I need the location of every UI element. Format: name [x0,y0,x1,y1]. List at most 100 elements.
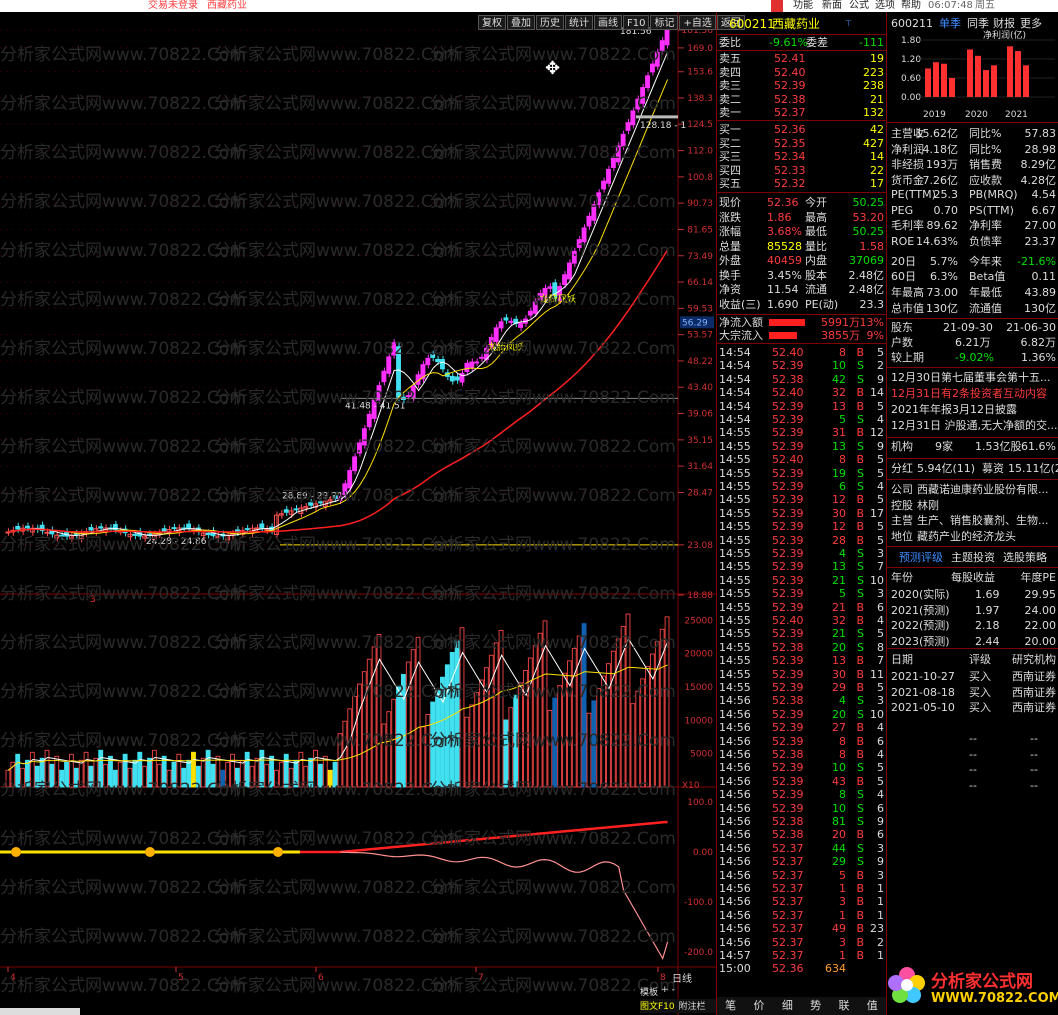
volume-bar [195,765,201,788]
volume-bar [444,664,450,788]
kline-chart-svg[interactable]: 181.56169.0153.6138.3124.5112.0100.890.7… [0,12,716,1015]
tick-row: 14:56 52.39 10 S 6 [719,801,884,815]
toolbar-overlay-button[interactable]: 叠加 [507,15,535,30]
candle-body [15,525,21,530]
candle-body [44,531,50,534]
candle-body [469,361,475,368]
candle-body [649,63,655,73]
zoom-out-button[interactable]: - [672,985,675,997]
candle-body [283,509,289,513]
period-label[interactable]: 日线 [672,970,716,985]
quote-stat-row: 收益(三) 1.690 PE(动) 23.3 [719,297,884,311]
fin-row: 年最高 73.00 年最低 43.89 [891,286,1056,299]
volume-bar [249,765,255,788]
volume-bar [147,757,152,788]
volume-bar [518,682,524,788]
empty-rating-row: -- -- [969,763,1038,776]
volume-bar [523,669,528,788]
brand-logo: 分析家公式网 WWW.70822.COM [887,957,1058,1015]
tab-trend[interactable]: 势 [802,997,829,1015]
candle-body [430,353,436,358]
volume-tick-label: 15000 [684,683,713,693]
news-item[interactable]: 12月31日 沪股通,无大净额的交... [891,419,1057,432]
chart-annotation: 24.28 - 24.86 [146,537,207,547]
tab-value[interactable]: 值 [859,997,886,1015]
candle-body [132,533,138,536]
quote-code: 600211 [729,17,775,31]
quote-stock-name: 西藏药业 [772,17,821,31]
menu-item-function[interactable]: 功能 [793,0,813,12]
zoom-in-button[interactable]: + [661,985,669,997]
tab-trades[interactable]: 笔 [717,997,744,1015]
flow-row: 大宗流入 3855万 9% [719,329,884,342]
template-button[interactable]: 模板 [640,985,658,998]
menu-item-options[interactable]: 选项 [875,0,895,12]
volume-bar [327,769,333,788]
price-tick-label: 43.40 [687,383,713,393]
volume-bar [98,749,104,788]
volume-bar [264,763,270,788]
ma60-line [8,249,669,533]
volume-bar [357,683,362,788]
news-item[interactable]: 2021年年报3月12日披露 [891,403,1017,416]
volume-bar [117,761,123,788]
volume-bar [322,755,328,788]
volume-bar [649,653,655,788]
toolbar-draw-button[interactable]: 画线 [594,15,622,30]
company-row: 控股 林刚 [891,498,939,512]
volume-bar [68,753,74,788]
volume-bar [532,645,538,788]
news-item[interactable]: 12月31日有2条投资者互动内容 [891,387,1047,400]
tab-related[interactable]: 联 [830,997,857,1015]
indicator-tick-label: 0.00 [693,848,713,858]
fin-row: 主营收 15.62亿 同比% 57.83 [891,127,1056,140]
volume-bar [317,763,323,788]
f10-tab-more[interactable]: 更多 [1020,16,1042,31]
kline-chart-area[interactable]: 181.56 169.0 153.6 138.3 124.5 112.0 100.8 90.7… [0,12,716,1015]
tick-row: 14:55 52.39 13 S 7 [719,560,884,574]
volume-multiplier: X10 [682,781,700,791]
alert-icon[interactable] [771,0,783,12]
tab-forecast[interactable]: 预测评级 [899,550,943,565]
menu-item-new[interactable]: 新面 [822,0,842,12]
tab-theme[interactable]: 主题投资 [951,550,995,565]
toolbar-mark-button[interactable]: 标记 [650,15,679,30]
toolbar-history-button[interactable]: 历史 [536,15,564,30]
menu-item-formula[interactable]: 公式 [849,0,869,12]
tick-row: 14:54 52.40 32 B 14 [719,386,884,400]
tab-detail[interactable]: 细 [774,997,801,1015]
trade-status[interactable]: 交易未登录 [148,0,198,12]
sell-level-row: 卖五 52.41 19 [719,52,884,65]
empty-rating-row: -- -- [969,747,1038,761]
candle-body [532,301,538,314]
volume-bar [381,723,387,788]
tab-price[interactable]: 价 [745,997,772,1015]
volume-bar [191,751,196,788]
signal-marker-icon [145,847,155,857]
volume-bar [508,707,514,788]
profit-bar [1007,46,1013,97]
f10-tab-same-quarter[interactable]: 同季 [967,16,989,31]
x-axis-label: 4 [10,973,16,983]
tab-f10-text[interactable]: 图文F10 [640,999,675,1013]
tick-row: 14:54 52.39 5 S 4 [719,413,884,426]
candle-body [449,375,455,382]
f10-tab-report[interactable]: 财报 [993,16,1015,31]
tick-row: 14:56 52.37 44 S 3 [719,841,884,855]
toolbar-f10-button[interactable]: F10 [623,15,650,30]
toolbar-stats-button[interactable]: 统计 [565,15,593,30]
horizontal-scrollbar[interactable] [0,1008,80,1015]
tab-notes[interactable]: 附注栏 [679,999,706,1013]
tick-row: 14:56 52.39 43 B 5 [719,774,884,788]
news-item[interactable]: 12月30日第七届董事会第十五... [891,371,1050,384]
rating-header: 日期 评级 研究机构 [891,653,1056,666]
menu-item-help[interactable]: 帮助 [901,0,921,12]
volume-bar [459,627,465,788]
toolbar-restore-button[interactable]: 复权 [478,15,506,30]
toolbar-add-watch-button[interactable]: +自选 [679,15,716,30]
candle-body [161,528,167,532]
tab-strategy[interactable]: 选股策略 [1003,550,1047,565]
tick-row: 14:56 52.39 10 S 5 [719,761,884,775]
f10-tab-quarter[interactable]: 单季 [939,16,961,31]
fin-row: 毛利率 89.62 净利率 27.00 [891,219,1056,233]
